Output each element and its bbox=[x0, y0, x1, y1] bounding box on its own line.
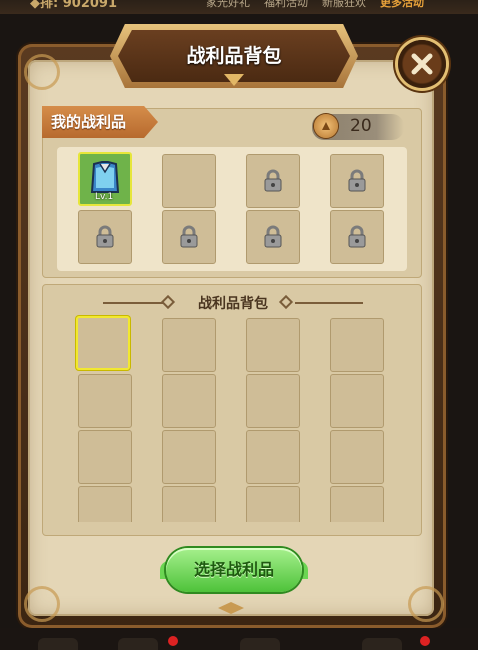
top-left-info: ◆排: 902091 bbox=[30, 0, 117, 11]
lock-icon bbox=[264, 169, 282, 192]
loot-coin-icon bbox=[314, 114, 338, 138]
backpack-slot[interactable] bbox=[330, 486, 384, 522]
nav-button[interactable] bbox=[118, 638, 158, 650]
notification-dot-icon bbox=[420, 636, 430, 646]
close-button[interactable] bbox=[398, 40, 446, 88]
backpack-slot[interactable] bbox=[162, 486, 216, 522]
lock-icon bbox=[180, 225, 198, 248]
corner-ornament bbox=[408, 586, 444, 622]
corner-ornament bbox=[24, 586, 60, 622]
divider bbox=[295, 302, 363, 304]
top-menu-bar: ◆排: 902091 家光好礼 福利活动 新服狂欢 更多活动 bbox=[0, 0, 478, 14]
lock-icon bbox=[348, 225, 366, 248]
backpack-slot[interactable] bbox=[78, 430, 132, 484]
top-menu-item[interactable]: 新服狂欢 bbox=[322, 0, 366, 10]
loot-slot-locked bbox=[330, 210, 384, 264]
loot-slot-locked bbox=[246, 154, 300, 208]
top-menu-item[interactable]: 福利活动 bbox=[264, 0, 308, 10]
lock-icon bbox=[348, 169, 366, 192]
coin-count: 20 bbox=[350, 116, 372, 136]
nav-button[interactable] bbox=[240, 638, 280, 650]
select-loot-button[interactable]: 选择战利品 bbox=[166, 548, 302, 592]
bottom-nav-bar bbox=[0, 628, 478, 650]
backpack-slot[interactable] bbox=[246, 318, 300, 372]
close-icon bbox=[411, 53, 433, 75]
lock-icon bbox=[264, 225, 282, 248]
backpack-title: 战利品背包 bbox=[198, 296, 268, 312]
item-level: Lv.1 bbox=[95, 192, 114, 202]
lock-icon bbox=[96, 225, 114, 248]
backpack-slot[interactable] bbox=[330, 430, 384, 484]
backpack-slot[interactable] bbox=[162, 318, 216, 372]
loot-slot-equipped[interactable]: Lv.1 bbox=[78, 152, 132, 206]
nav-button[interactable] bbox=[38, 638, 78, 650]
backpack-slot[interactable] bbox=[246, 486, 300, 522]
my-loot-tab: 我的战利品 bbox=[42, 106, 158, 138]
backpack-slot[interactable] bbox=[330, 374, 384, 428]
backpack-slot[interactable] bbox=[330, 318, 384, 372]
loot-slot-locked bbox=[78, 210, 132, 264]
loot-slot-empty[interactable] bbox=[162, 154, 216, 208]
backpack-slot[interactable] bbox=[78, 374, 132, 428]
notification-dot-icon bbox=[168, 636, 178, 646]
backpack-slot[interactable] bbox=[162, 374, 216, 428]
loot-slot-locked bbox=[330, 154, 384, 208]
loot-slot-locked bbox=[162, 210, 216, 264]
top-menu: 家光好礼 福利活动 新服狂欢 更多活动 bbox=[206, 0, 424, 10]
backpack-slot[interactable] bbox=[162, 430, 216, 484]
top-menu-item-more[interactable]: 更多活动 bbox=[380, 0, 424, 10]
backpack-slot[interactable] bbox=[246, 430, 300, 484]
backpack-slot[interactable] bbox=[246, 374, 300, 428]
corner-ornament bbox=[24, 54, 60, 90]
backpack-slot[interactable] bbox=[78, 486, 132, 522]
loot-slot-locked bbox=[246, 210, 300, 264]
top-menu-item[interactable]: 家光好礼 bbox=[206, 0, 250, 10]
nav-button[interactable] bbox=[362, 638, 402, 650]
backpack-slot-selected[interactable] bbox=[76, 316, 130, 370]
